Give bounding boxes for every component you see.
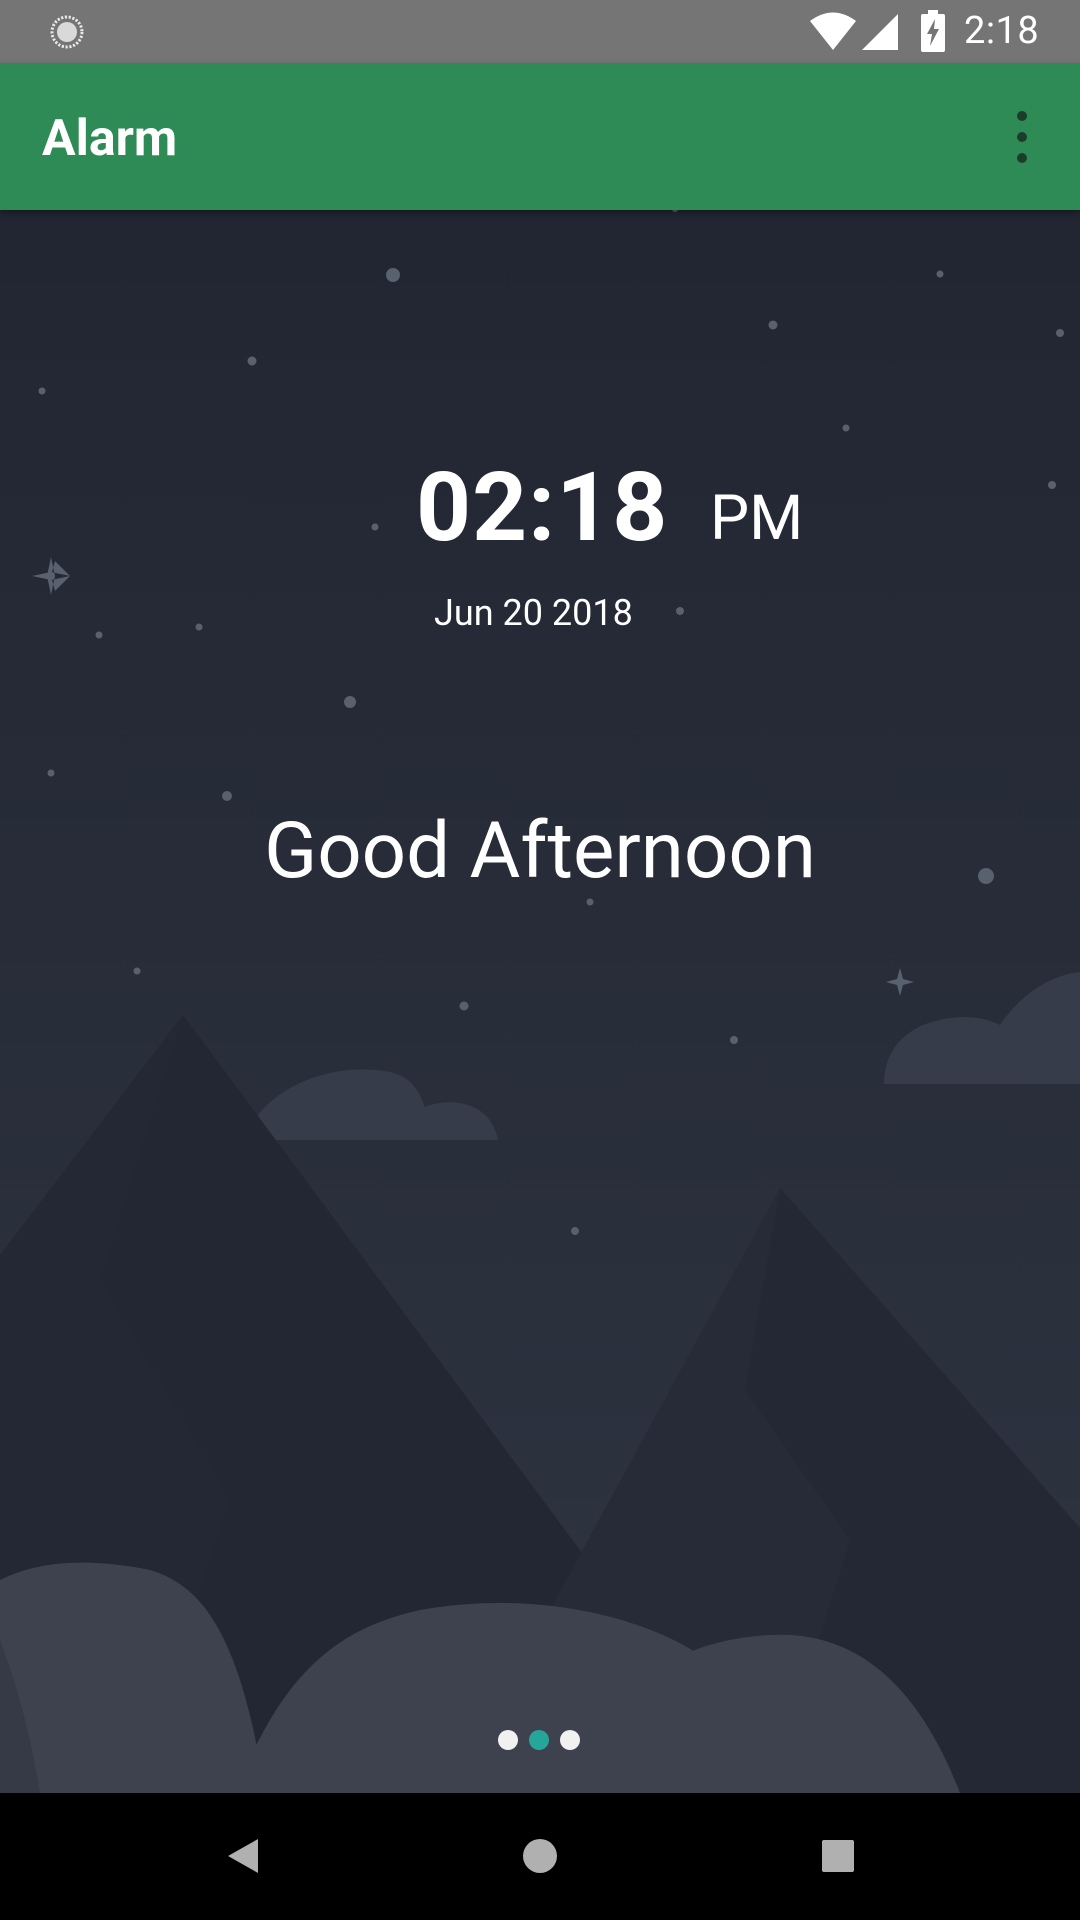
navigation-bar <box>0 1793 1080 1920</box>
app-title: Alarm <box>42 110 178 168</box>
wifi-icon <box>810 12 856 50</box>
back-icon[interactable] <box>206 1821 276 1891</box>
status-time: 2:18 <box>964 9 1040 53</box>
greeting-text: Good Afternoon <box>264 806 816 897</box>
page-dot-1[interactable] <box>498 1730 518 1750</box>
more-vert-icon[interactable] <box>996 107 1048 167</box>
clock-date: Jun 20 2018 <box>434 592 633 634</box>
battery-charging-icon <box>921 10 945 52</box>
page-dot-3[interactable] <box>560 1730 580 1750</box>
page-indicator <box>0 1730 1080 1754</box>
sync-circle-icon <box>50 15 84 49</box>
clock-page[interactable]: 02:18 PM Jun 20 2018 Good Afternoon <box>0 210 1080 1793</box>
clock-time: 02:18 <box>416 452 669 564</box>
cellular-signal-icon <box>862 14 898 50</box>
night-landscape-background <box>0 210 1080 1793</box>
alarm-screen: 2:18 Alarm 02:18 PM Jun 20 2018 Good Aft… <box>0 0 1080 1920</box>
app-bar: Alarm <box>0 63 1080 210</box>
recents-icon[interactable] <box>803 1821 873 1891</box>
clock-display: 02:18 PM <box>0 453 1080 563</box>
home-icon[interactable] <box>505 1821 575 1891</box>
clock-ampm: PM <box>710 482 804 555</box>
status-bar: 2:18 <box>0 0 1080 63</box>
page-dot-2-active[interactable] <box>529 1730 549 1750</box>
